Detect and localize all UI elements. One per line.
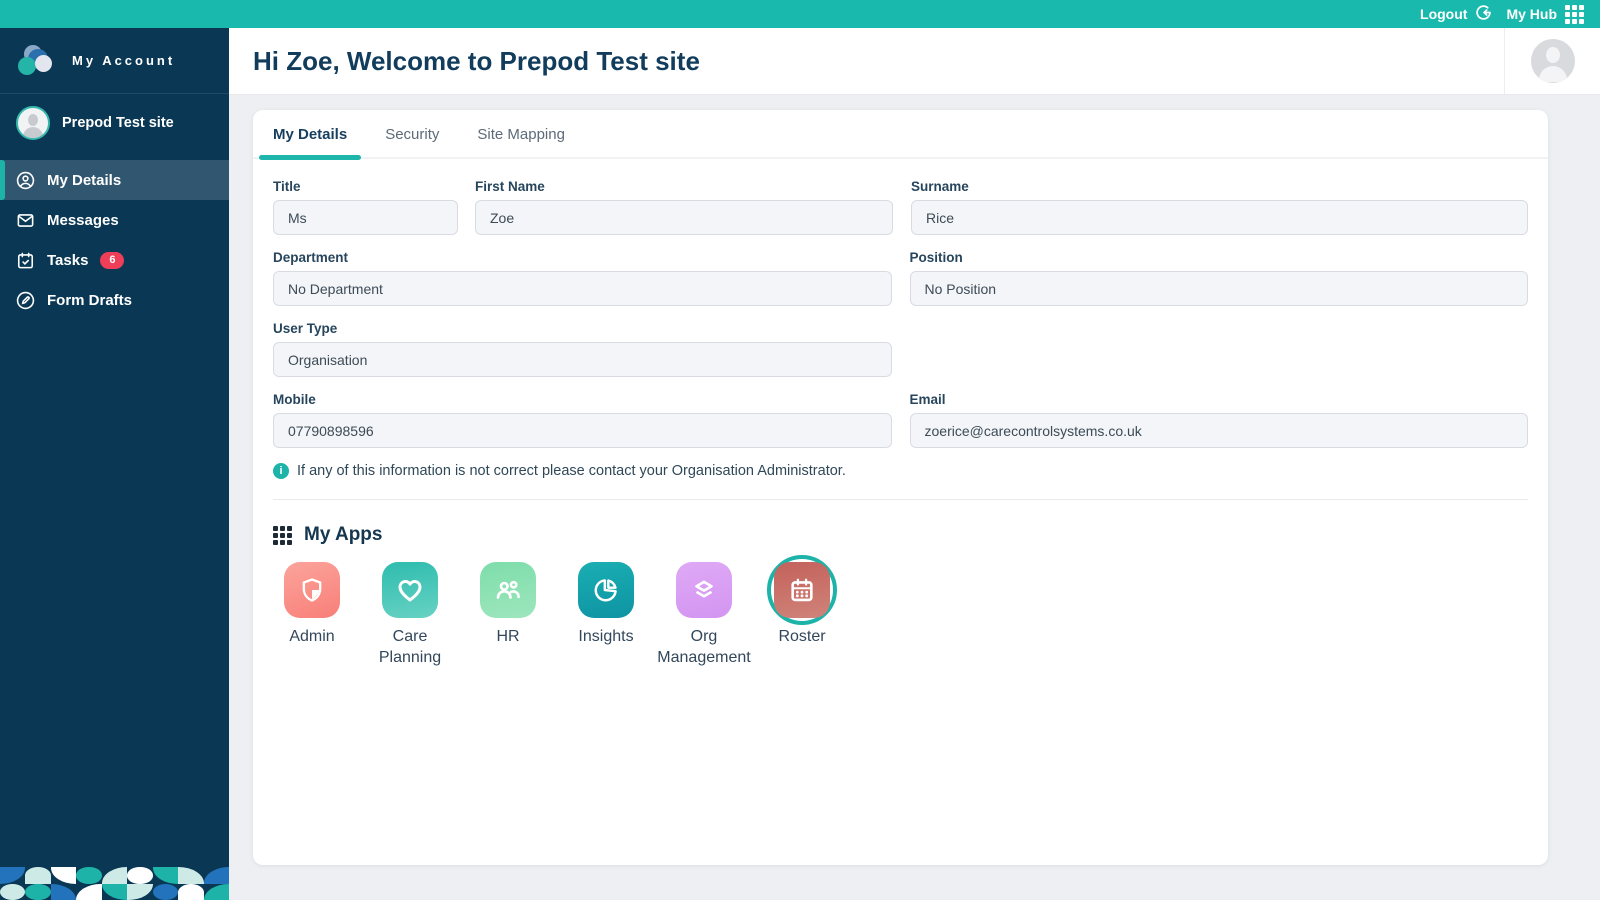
decorative-mosaic xyxy=(0,867,229,900)
tab-security[interactable]: Security xyxy=(385,126,439,157)
first-name-input[interactable] xyxy=(475,200,893,235)
app-care-planning[interactable]: Care Planning xyxy=(361,562,459,669)
tasks-badge: 6 xyxy=(100,251,125,269)
app-org-management[interactable]: Org Management xyxy=(655,562,753,669)
layers-icon xyxy=(695,580,713,598)
brand-row: My Account xyxy=(0,28,229,94)
my-apps-grid-icon xyxy=(273,525,292,545)
sidebar-item-messages[interactable]: Messages xyxy=(0,200,229,240)
app-label: Admin xyxy=(289,628,335,645)
surname-label: Surname xyxy=(911,179,969,194)
avatar-panel xyxy=(1504,28,1600,94)
person-circle-icon xyxy=(16,171,35,189)
first-name-label: First Name xyxy=(475,179,545,194)
field-position: Position xyxy=(909,250,1528,306)
page-title: Hi Zoe, Welcome to Prepod Test site xyxy=(253,45,700,76)
site-row[interactable]: Prepod Test site xyxy=(0,94,229,152)
sidebar-item-my-details[interactable]: My Details xyxy=(0,160,229,200)
logout-icon xyxy=(1475,4,1492,24)
mobile-input[interactable] xyxy=(273,413,892,448)
page-header: Hi Zoe, Welcome to Prepod Test site xyxy=(229,28,1600,95)
my-apps-title: My Apps xyxy=(304,524,383,545)
user-type-input[interactable] xyxy=(273,342,892,377)
user-avatar[interactable] xyxy=(1530,39,1575,83)
roster-tile xyxy=(774,562,830,618)
tab-site-mapping[interactable]: Site Mapping xyxy=(477,126,565,157)
admin-tile xyxy=(284,562,340,618)
position-input[interactable] xyxy=(909,271,1528,306)
app-label: Care Planning xyxy=(378,628,442,666)
sidebar-item-tasks[interactable]: Tasks 6 xyxy=(0,240,229,280)
app-hr[interactable]: HR xyxy=(459,562,557,669)
app-label: HR xyxy=(496,628,520,645)
title-input[interactable] xyxy=(273,200,458,235)
app-label: Roster xyxy=(778,628,826,645)
heart-icon xyxy=(398,580,422,602)
sidebar-item-label: Messages xyxy=(47,211,119,229)
hr-tile xyxy=(480,562,536,618)
site-avatar xyxy=(16,106,50,140)
info-note: i If any of this information is not corr… xyxy=(273,463,1528,479)
apps-row: Admin Care Planning HR Insights Org Mana… xyxy=(263,555,1528,669)
shield-icon xyxy=(302,578,322,602)
app-label: Org Management xyxy=(657,628,751,666)
calendar-icon xyxy=(791,578,813,602)
insights-tile xyxy=(578,562,634,618)
roster-selection-ring xyxy=(767,555,837,625)
user-type-label: User Type xyxy=(273,321,338,336)
logout-button[interactable]: Logout xyxy=(1420,4,1492,24)
mobile-label: Mobile xyxy=(273,392,316,407)
sidebar-item-label: Form Drafts xyxy=(47,291,133,309)
site-name: Prepod Test site xyxy=(62,115,174,131)
details-card: My Details Security Site Mapping Title F… xyxy=(253,110,1548,865)
logout-label: Logout xyxy=(1420,6,1468,22)
apps-grid-icon xyxy=(1565,4,1584,24)
top-bar: Logout My Hub xyxy=(0,0,1600,28)
field-mobile: Mobile xyxy=(273,392,892,448)
tab-bar: My Details Security Site Mapping xyxy=(253,110,1548,160)
calendar-check-icon xyxy=(17,252,34,268)
my-hub-button[interactable]: My Hub xyxy=(1506,4,1584,24)
email-label: Email xyxy=(909,392,946,407)
sidebar-item-label: My Details xyxy=(47,171,122,189)
field-title: Title xyxy=(273,179,458,235)
info-note-text: If any of this information is not correc… xyxy=(297,463,846,479)
sidebar-item-label: Tasks xyxy=(47,251,89,269)
field-email: Email xyxy=(909,392,1528,448)
main-content: My Details Security Site Mapping Title F… xyxy=(229,95,1600,900)
sidebar: My Account Prepod Test site My Details M… xyxy=(0,28,229,900)
app-label: Insights xyxy=(578,628,634,645)
care-planning-tile xyxy=(382,562,438,618)
field-user-type: User Type xyxy=(273,321,892,377)
cloud-logo-icon xyxy=(16,44,58,77)
title-label: Title xyxy=(273,179,301,194)
email-input[interactable] xyxy=(909,413,1528,448)
sidebar-item-form-drafts[interactable]: Form Drafts xyxy=(0,280,229,320)
app-admin[interactable]: Admin xyxy=(263,562,361,669)
envelope-icon xyxy=(17,213,34,227)
my-apps-header: My Apps xyxy=(273,524,1528,546)
field-surname: Surname xyxy=(911,179,1528,235)
brand-label: My Account xyxy=(72,53,176,68)
people-icon xyxy=(496,580,520,599)
field-first-name: First Name xyxy=(475,179,893,235)
pie-chart-icon xyxy=(594,579,617,602)
info-icon: i xyxy=(273,463,289,479)
sidebar-nav: My Details Messages Tasks 6 Form Drafts xyxy=(0,160,229,320)
app-roster[interactable]: Roster xyxy=(753,555,851,669)
position-label: Position xyxy=(909,250,963,265)
department-input[interactable] xyxy=(273,271,892,306)
details-form: Title First Name Surname xyxy=(253,159,1548,669)
pencil-circle-icon xyxy=(16,291,35,309)
department-label: Department xyxy=(273,250,349,265)
my-hub-label: My Hub xyxy=(1506,6,1557,22)
field-department: Department xyxy=(273,250,892,306)
tab-my-details[interactable]: My Details xyxy=(258,126,362,160)
org-management-tile xyxy=(676,562,732,618)
app-insights[interactable]: Insights xyxy=(557,562,655,669)
section-divider xyxy=(273,499,1528,500)
surname-input[interactable] xyxy=(911,200,1528,235)
